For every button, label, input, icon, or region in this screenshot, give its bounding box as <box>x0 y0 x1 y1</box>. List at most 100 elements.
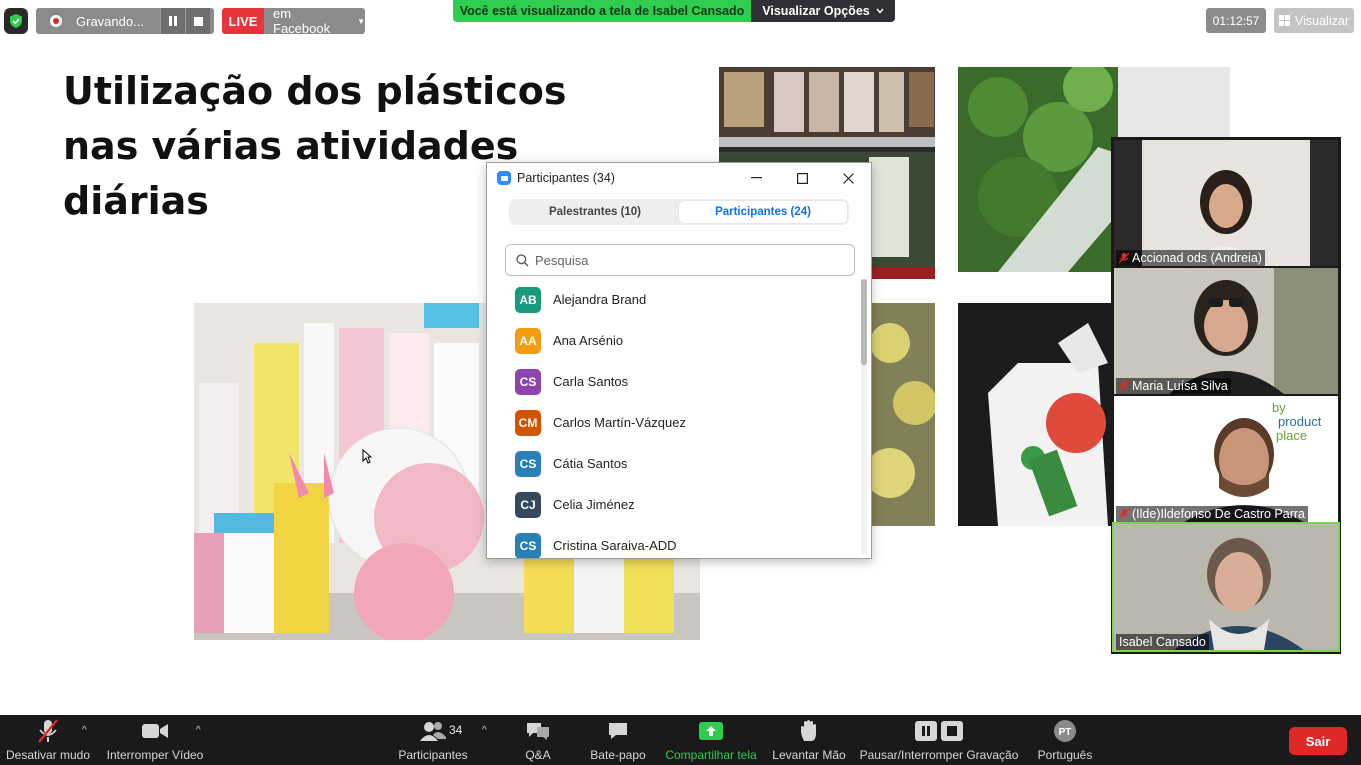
participant-item[interactable]: AA Ana Arsénio <box>487 320 859 361</box>
participant-video-name: Accionad ods (Andreia) <box>1132 251 1262 265</box>
participant-avatar: CM <box>515 409 541 436</box>
participant-name: Cátia Santos <box>553 456 628 471</box>
dialog-title: Participantes (34) <box>517 171 615 185</box>
meeting-timer: 01:12:57 <box>1206 8 1266 33</box>
chat-button[interactable]: Bate-papo <box>589 715 647 765</box>
pause-icon <box>169 16 177 26</box>
meeting-toolbar: Desativar mudo ^ Interromper Vídeo ^ Par… <box>0 715 1361 765</box>
search-input[interactable] <box>535 252 835 268</box>
minimize-icon <box>750 177 762 179</box>
search-box <box>505 244 855 276</box>
pause-stop-recording-button[interactable]: Pausar/Interromper Gravação <box>859 715 1019 765</box>
participant-avatar: AB <box>515 286 541 313</box>
participant-video <box>1114 140 1338 266</box>
video-tile[interactable]: by product place (Ilde)Ildefonso De Cast… <box>1114 396 1338 522</box>
video-camera-icon <box>142 717 168 745</box>
participant-name: Alejandra Brand <box>553 292 647 307</box>
participant-item[interactable]: CS Cristina Saraiva-ADD <box>487 525 859 558</box>
participant-item[interactable]: CJ Celia Jiménez <box>487 484 859 525</box>
video-tile-label: Accionad ods (Andreia) <box>1116 250 1265 266</box>
chat-label: Bate-papo <box>590 748 646 762</box>
minimize-button[interactable] <box>733 163 779 193</box>
participants-dialog: Participantes (34) Palestrantes (10) Par… <box>486 162 872 559</box>
stop-recording-button[interactable] <box>185 8 210 34</box>
participant-avatar: CJ <box>515 491 541 518</box>
search-icon <box>516 253 529 266</box>
language-globe-icon: PT <box>1053 717 1077 745</box>
participant-avatar: CS <box>515 450 541 477</box>
muted-mic-icon <box>1119 508 1129 520</box>
close-icon <box>842 172 854 184</box>
zoom-meeting-window: Utilização dos plásticos nas várias ativ… <box>0 0 1361 765</box>
qa-label: Q&A <box>525 748 551 762</box>
qa-icon <box>525 717 551 745</box>
svg-text:by: by <box>1272 400 1286 415</box>
pause-stop-recording-label: Pausar/Interromper Gravação <box>859 748 1019 762</box>
participant-name: Ana Arsénio <box>553 333 624 348</box>
video-tile[interactable]: Accionad ods (Andreia) <box>1114 140 1338 266</box>
tab-palestrantes[interactable]: Palestrantes (10) <box>511 201 679 223</box>
participant-avatar: CS <box>515 532 541 558</box>
participant-avatar: AA <box>515 327 541 354</box>
participant-name: Celia Jiménez <box>553 497 635 512</box>
muted-mic-icon <box>1119 380 1129 392</box>
svg-text:product: product <box>1278 414 1322 429</box>
audio-options-caret-icon[interactable]: ^ <box>82 725 87 736</box>
scrollbar-thumb[interactable] <box>861 279 867 365</box>
stop-icon <box>193 16 203 26</box>
recording-dot-icon <box>50 15 62 27</box>
share-screen-icon <box>699 717 723 745</box>
video-tile-label: (Ilde)Ildefonso De Castro Parra <box>1116 506 1308 522</box>
participant-item[interactable]: AB Alejandra Brand <box>487 279 859 320</box>
tab-participantes[interactable]: Participantes (24) <box>679 201 847 223</box>
video-tile-active-speaker[interactable]: Isabel Cansado <box>1112 522 1340 652</box>
mouse-cursor-icon <box>362 449 372 464</box>
pause-recording-button[interactable] <box>160 8 185 34</box>
participant-avatar: CS <box>515 368 541 395</box>
participant-video <box>1114 268 1338 394</box>
participant-item[interactable]: CM Carlos Martín-Vázquez <box>487 402 859 443</box>
unmute-button[interactable]: Desativar mudo <box>6 715 90 765</box>
recording-label: Gravando... <box>76 13 144 29</box>
dialog-titlebar[interactable]: Participantes (34) <box>487 163 871 193</box>
video-tile[interactable]: Maria Luísa Silva <box>1114 268 1338 394</box>
share-message: Você está visualizando a tela de Isabel … <box>453 0 751 22</box>
participants-list: AB Alejandra Brand AA Ana Arsénio CS Car… <box>487 279 859 558</box>
stop-icon <box>941 721 963 741</box>
participant-item[interactable]: CS Carla Santos <box>487 361 859 402</box>
plastic-bags-photo <box>958 303 1113 526</box>
muted-mic-icon <box>1119 252 1129 264</box>
muted-microphone-icon <box>37 717 59 745</box>
maximize-button[interactable] <box>779 163 825 193</box>
participants-scrollbar[interactable] <box>861 279 867 555</box>
svg-text:place: place <box>1276 428 1307 443</box>
language-interpretation-button[interactable]: PT Português <box>1036 715 1094 765</box>
participants-label: Participantes <box>398 748 468 762</box>
video-options-caret-icon[interactable]: ^ <box>196 725 201 736</box>
share-screen-label: Compartilhar tela <box>665 748 757 762</box>
live-destination-dropdown[interactable]: em Facebook ▼ <box>264 8 365 34</box>
participant-item[interactable]: CS Cátia Santos <box>487 443 859 484</box>
slide-title-line: Utilização dos plásticos <box>63 69 567 113</box>
participant-video: by product place <box>1114 396 1338 522</box>
close-button[interactable] <box>825 163 871 193</box>
pause-icon <box>915 721 937 741</box>
leave-button[interactable]: Sair <box>1289 727 1347 755</box>
grid-view-icon <box>1279 15 1291 26</box>
language-label: Português <box>1037 748 1093 762</box>
share-screen-button[interactable]: Compartilhar tela <box>665 715 757 765</box>
qa-button[interactable]: Q&A <box>521 715 555 765</box>
stop-video-button[interactable]: Interromper Vídeo <box>106 715 204 765</box>
view-options-label: Visualizar Opções <box>762 4 870 18</box>
video-tile-label: Maria Luísa Silva <box>1116 378 1231 394</box>
raise-hand-label: Levantar Mão <box>772 748 846 762</box>
security-shield-icon[interactable] <box>4 8 28 34</box>
participants-options-caret-icon[interactable]: ^ <box>482 725 487 736</box>
view-options-dropdown[interactable]: Visualizar Opções <box>751 0 895 22</box>
view-button[interactable]: Visualizar <box>1274 8 1354 33</box>
pause-stop-icons <box>915 717 963 745</box>
raise-hand-button[interactable]: Levantar Mão <box>772 715 846 765</box>
live-stream-indicator[interactable]: LIVE em Facebook ▼ <box>222 8 365 34</box>
participant-video-name: (Ilde)Ildefonso De Castro Parra <box>1132 507 1305 521</box>
participant-name: Carla Santos <box>553 374 629 389</box>
